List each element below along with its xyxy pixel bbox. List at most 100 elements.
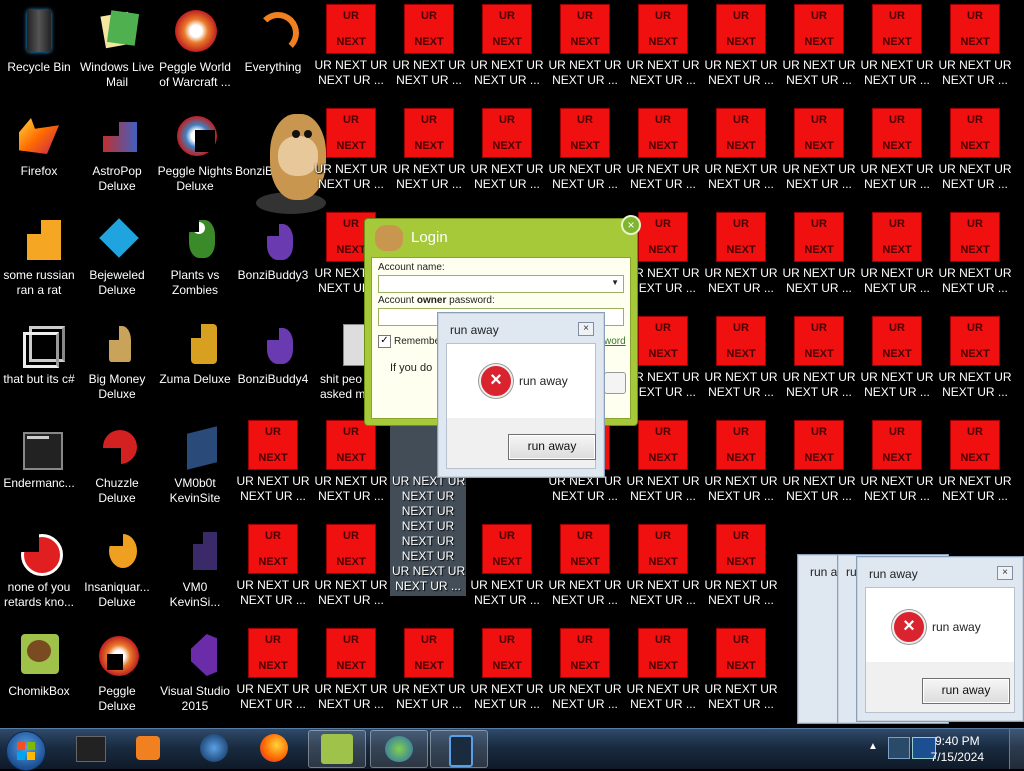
taskbar-item-messenger[interactable] [370, 730, 428, 768]
desktop-icon-visual-studio-2015[interactable]: Visual Studio 2015 [156, 626, 234, 730]
desktop-icon-ur-next[interactable]: URNEXTUR NEXT UR NEXT UR ... [858, 2, 936, 106]
desktop-icon-ur-next[interactable]: URNEXTUR NEXT UR NEXT UR ... [858, 106, 936, 210]
desktop-icon-ur-next[interactable]: URNEXTUR NEXT UR NEXT UR ... [936, 106, 1014, 210]
ur-next-icon: URNEXT [716, 212, 766, 262]
desktop-icon-ur-next[interactable]: URNEXTUR NEXT UR NEXT UR ... [468, 626, 546, 730]
desktop-icon-peggle-nights[interactable]: Peggle Nights Deluxe [156, 106, 234, 210]
desktop-icon-ur-next[interactable]: URNEXTUR NEXT UR NEXT UR ... [312, 522, 390, 626]
desktop-icon-windows-live-mail[interactable]: Windows Live Mail [78, 2, 156, 106]
desktop-icon-ur-next[interactable]: URNEXTUR NEXT UR NEXT UR ... [702, 418, 780, 522]
desktop-icon-ur-next[interactable]: URNEXTUR NEXT UR NEXT UR ... [468, 522, 546, 626]
desktop-icon-vm0b0t[interactable]: VM0b0t KevinSite [156, 418, 234, 522]
desktop-icon-ur-next[interactable]: URNEXTUR NEXT UR NEXT UR ... [624, 418, 702, 522]
ur-next-icon: URNEXT [638, 4, 688, 54]
taskbar-item-device[interactable] [430, 730, 488, 768]
desktop-icon-zuma[interactable]: Zuma Deluxe [156, 314, 234, 418]
forgot-password-link[interactable]: word [604, 336, 626, 347]
desktop-icon-everything[interactable]: Everything [234, 2, 312, 106]
run-away-button[interactable]: run away [508, 434, 596, 460]
desktop-icon-ur-next[interactable]: URNEXTUR NEXT UR NEXT UR ... [702, 314, 780, 418]
tray-network-icon[interactable] [888, 737, 910, 759]
desktop-icon-peggle-deluxe[interactable]: Peggle Deluxe [78, 626, 156, 730]
taskbar-item-chomikbox[interactable] [308, 730, 366, 768]
desktop-icon-ur-next[interactable]: URNEXTUR NEXT UR NEXT UR ... [312, 418, 390, 522]
desktop-icon-ur-next[interactable]: URNEXTUR NEXT UR NEXT UR ... [858, 314, 936, 418]
desktop-icon-ur-next[interactable]: URNEXTUR NEXT UR NEXT UR ... [312, 626, 390, 730]
dialog-content: × run away run away [446, 343, 596, 469]
desktop-icon-endermanc[interactable]: Endermanc... [0, 418, 78, 522]
desktop-icon-ur-next[interactable]: URNEXTUR NEXT UR NEXT UR ... [936, 418, 1014, 522]
desktop-icon-ur-next[interactable]: URNEXTUR NEXT UR NEXT UR ... [390, 626, 468, 730]
desktop-icon-ur-next[interactable]: URNEXTUR NEXT UR NEXT UR ... [312, 2, 390, 106]
taskbar-item-media-player[interactable] [120, 730, 176, 766]
desktop-icon-ur-next[interactable]: URNEXTUR NEXT UR NEXT UR ... [390, 2, 468, 106]
desktop-icon-vm0-kevinsite[interactable]: VM0 KevinSi... [156, 522, 234, 626]
login-button[interactable] [604, 372, 626, 394]
desktop-icon-ur-next[interactable]: URNEXTUR NEXT UR NEXT UR ... [936, 210, 1014, 314]
close-icon[interactable]: × [997, 566, 1013, 580]
account-name-dropdown[interactable]: ▼ [378, 275, 624, 293]
desktop-icon-ur-next[interactable]: URNEXTUR NEXT UR NEXT UR ... [624, 2, 702, 106]
desktop-icon-bonzibuddy3[interactable]: BonziBuddy3 [234, 210, 312, 314]
desktop-icon-astropop[interactable]: AstroPop Deluxe [78, 106, 156, 210]
desktop-icon-some-russian[interactable]: some russian ran a rat [0, 210, 78, 314]
desktop-icon-bonzibuddy4[interactable]: BonziBuddy4 [234, 314, 312, 418]
desktop-icon-ur-next[interactable]: URNEXTUR NEXT UR NEXT UR ... [468, 106, 546, 210]
desktop-icon-ur-next[interactable]: URNEXTUR NEXT UR NEXT UR ... [234, 522, 312, 626]
desktop-icon-ur-next[interactable]: URNEXTUR NEXT UR NEXT UR ... [234, 626, 312, 730]
desktop-icon-ur-next[interactable]: URNEXTUR NEXT UR NEXT UR ... [624, 522, 702, 626]
mail-icon [93, 8, 141, 56]
desktop-icon-ur-next[interactable]: URNEXTUR NEXT UR NEXT UR ... [858, 418, 936, 522]
desktop-icon-ur-next[interactable]: URNEXTUR NEXT UR NEXT UR ... [546, 2, 624, 106]
show-hidden-icons-icon[interactable]: ▲ [868, 741, 878, 752]
desktop-icon-that-but-its-csharp[interactable]: that but its c# [0, 314, 78, 418]
close-icon[interactable]: × [578, 322, 594, 336]
desktop-icon-ur-next[interactable]: URNEXTUR NEXT UR NEXT UR ... [858, 210, 936, 314]
desktop-icon-none-of-you[interactable]: none of you retards kno... [0, 522, 78, 626]
desktop-icon-ur-next[interactable]: URNEXTUR NEXT UR NEXT UR ... [780, 2, 858, 106]
desktop-icon-ur-next[interactable]: URNEXTUR NEXT UR NEXT UR ... [312, 106, 390, 210]
desktop-icon-firefox[interactable]: Firefox [0, 106, 78, 210]
desktop-icon-ur-next[interactable]: URNEXTUR NEXT UR NEXT UR ... [780, 106, 858, 210]
system-clock[interactable]: 9:40 PM 7/15/2024 [931, 733, 984, 765]
error-dialog-front[interactable]: run away × × run away run away [856, 556, 1024, 722]
desktop-icon-chomikbox[interactable]: ChomikBox [0, 626, 78, 730]
desktop-icon-ur-next[interactable]: URNEXTUR NEXT UR NEXT UR ... [546, 106, 624, 210]
desktop-icon-recycle-bin[interactable]: Recycle Bin [0, 2, 78, 106]
run-away-button[interactable]: run away [922, 678, 1010, 704]
desktop-icon-ur-next[interactable]: URNEXTUR NEXT UR NEXT UR ... [936, 2, 1014, 106]
desktop-icon-ur-next[interactable]: URNEXTUR NEXT UR NEXT UR ... [936, 314, 1014, 418]
taskbar-item-desktop-app[interactable] [62, 730, 118, 766]
desktop-icon-chuzzle[interactable]: Chuzzle Deluxe [78, 418, 156, 522]
show-desktop-button[interactable] [1009, 729, 1024, 769]
desktop-icon-ur-next[interactable]: URNEXTUR NEXT UR NEXT UR ... [234, 418, 312, 522]
desktop-icon-ur-next[interactable]: URNEXTUR NEXT UR NEXT UR ... [624, 106, 702, 210]
taskbar-item-firefox[interactable] [246, 730, 302, 766]
desktop-icon-ur-next[interactable]: URNEXTUR NEXT UR NEXT UR ... [546, 626, 624, 730]
desktop-icon-ur-next[interactable]: URNEXTUR NEXT UR NEXT UR ... [780, 210, 858, 314]
desktop-icon-big-money[interactable]: Big Money Deluxe [78, 314, 156, 418]
desktop-icon-ur-next[interactable]: URNEXTUR NEXT UR NEXT UR ... [702, 522, 780, 626]
taskbar-item-web-browser[interactable] [186, 730, 242, 766]
ur-next-icon: URNEXT [872, 420, 922, 470]
desktop-icon-ur-next[interactable]: URNEXTUR NEXT UR NEXT UR ... [468, 2, 546, 106]
desktop-icon-ur-next[interactable]: URNEXTUR NEXT UR NEXT UR ... [702, 626, 780, 730]
desktop-icon-ur-next[interactable]: URNEXTUR NEXT UR NEXT UR ... [546, 522, 624, 626]
dialog-message: run away [519, 374, 568, 388]
desktop-icon-ur-next[interactable]: URNEXTUR NEXT UR NEXT UR ... [780, 314, 858, 418]
desktop-icon-plants-vs-zombies[interactable]: Plants vs Zombies [156, 210, 234, 314]
error-dialog[interactable]: run away × × run away run away [437, 312, 605, 478]
close-icon[interactable]: × [621, 215, 641, 235]
desktop-icon-ur-next[interactable]: URNEXTUR NEXT UR NEXT UR ... [702, 106, 780, 210]
desktop-icon-bejeweled[interactable]: Bejeweled Deluxe [78, 210, 156, 314]
desktop-icon-peggle-wow[interactable]: Peggle World of Warcraft ... [156, 2, 234, 106]
start-button[interactable] [6, 731, 46, 771]
desktop-icon-ur-next[interactable]: URNEXTUR NEXT UR NEXT UR ... [702, 210, 780, 314]
desktop-icon-ur-next[interactable]: URNEXTUR NEXT UR NEXT UR ... [702, 2, 780, 106]
desktop-icon-insaniquarium[interactable]: Insaniquar... Deluxe [78, 522, 156, 626]
desktop-icon-ur-next[interactable]: URNEXTUR NEXT UR NEXT UR ... [390, 106, 468, 210]
gem-icon [93, 216, 141, 264]
remember-checkbox[interactable]: ✓ [378, 335, 391, 348]
desktop-icon-ur-next[interactable]: URNEXTUR NEXT UR NEXT UR ... [624, 626, 702, 730]
desktop-icon-ur-next[interactable]: URNEXTUR NEXT UR NEXT UR ... [780, 418, 858, 522]
